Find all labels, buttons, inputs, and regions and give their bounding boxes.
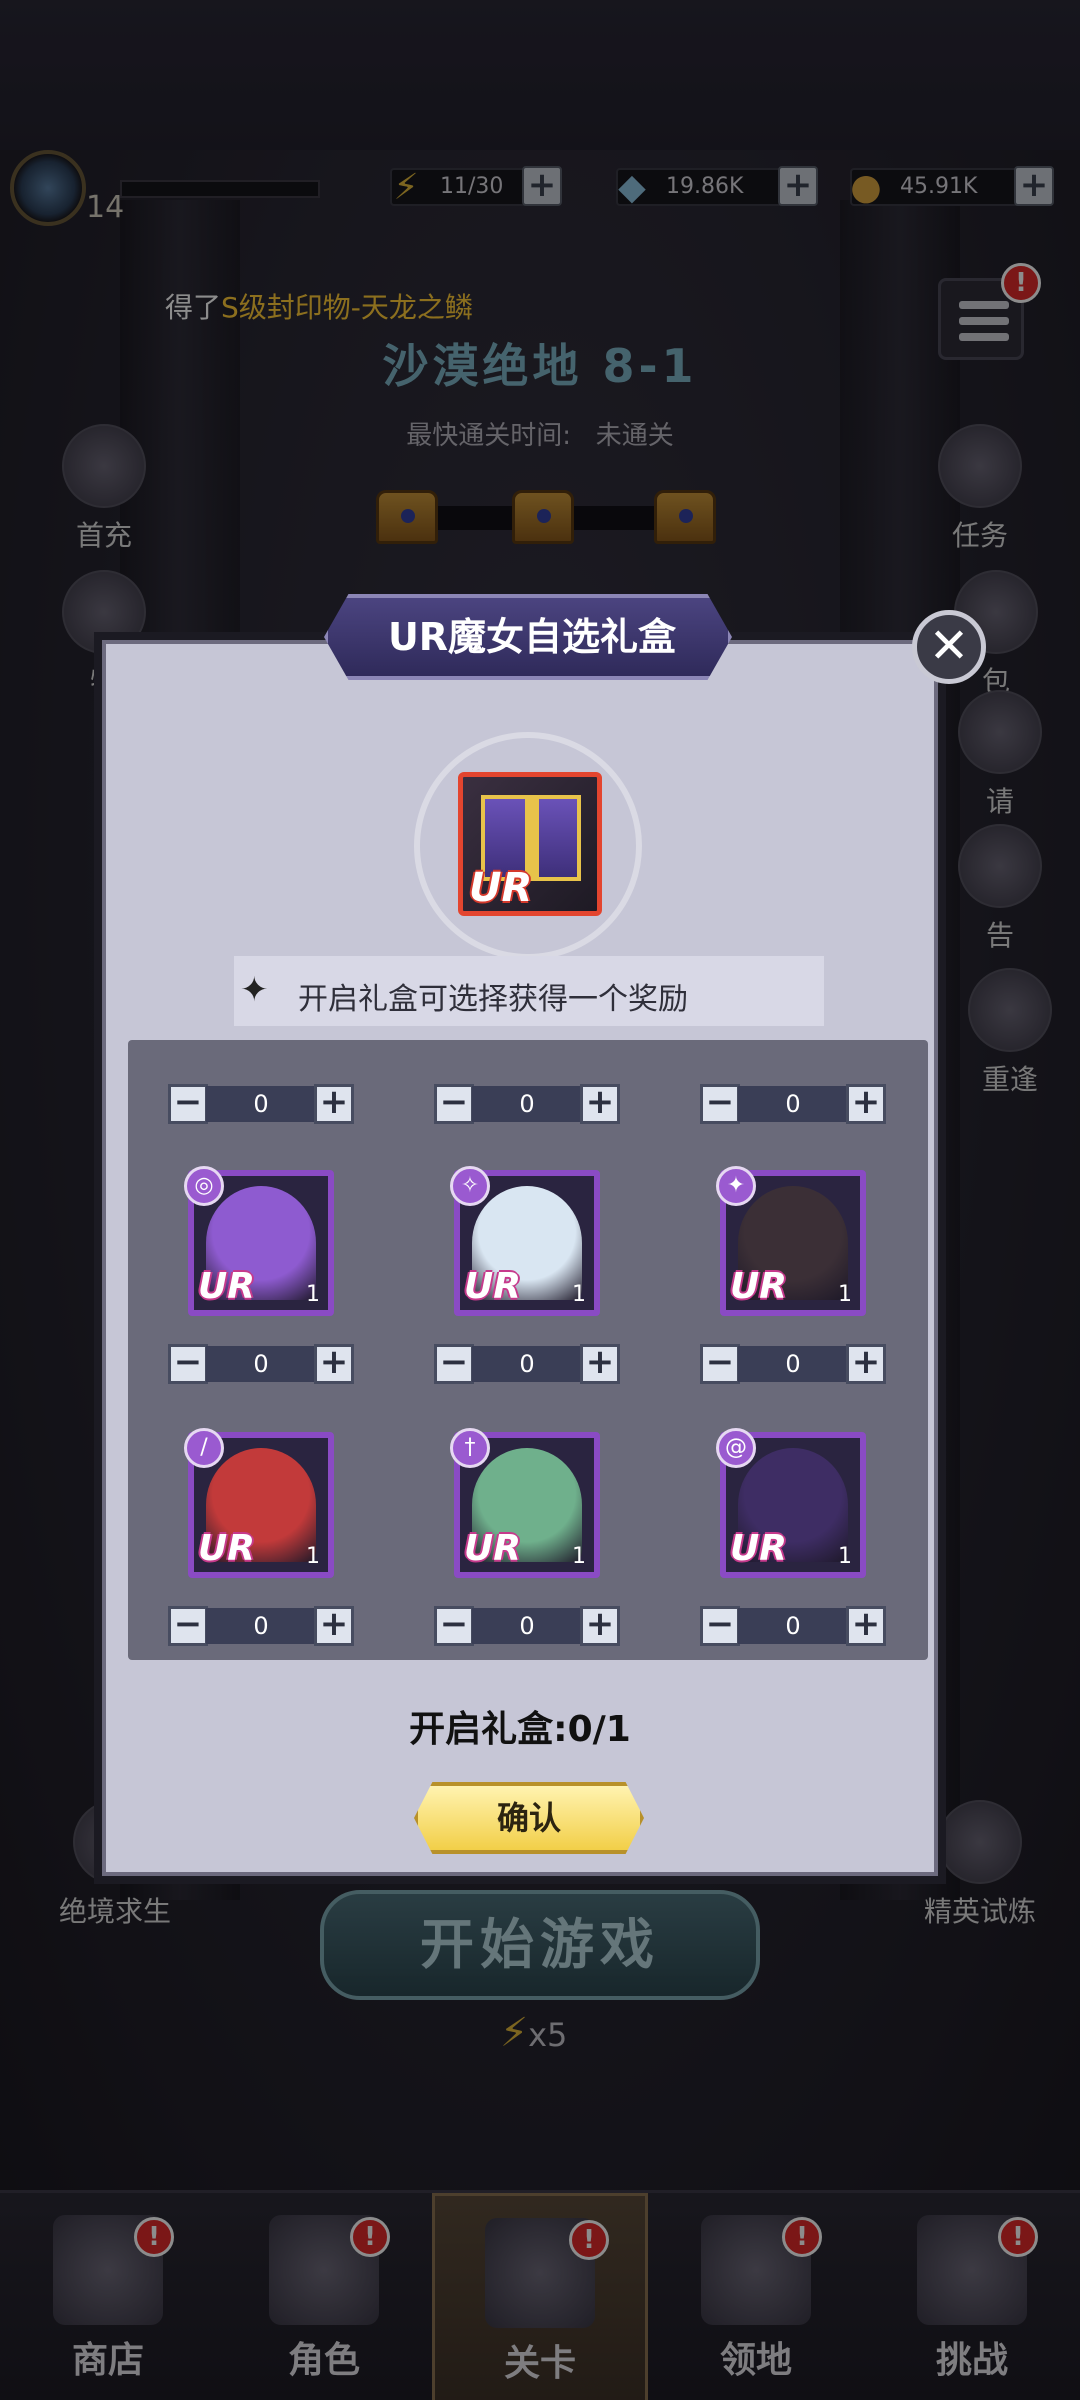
increase-button[interactable]: +: [314, 1606, 354, 1646]
quantity-value: 0: [738, 1346, 848, 1382]
decrease-button[interactable]: −: [700, 1344, 740, 1384]
gift-box-item[interactable]: UR: [458, 772, 602, 916]
character-card[interactable]: / UR 1: [184, 1428, 334, 1578]
character-card[interactable]: ◎ UR 1: [184, 1166, 334, 1316]
quantity-stepper: − 0 +: [700, 1084, 886, 1124]
reward-grid: − 0 + − 0 + − 0 + ◎ UR 1 − 0 + ✧ UR 1 − …: [128, 1040, 928, 1660]
quantity-value: 0: [738, 1608, 848, 1644]
quantity-stepper: − 0 +: [168, 1344, 354, 1384]
decrease-button[interactable]: −: [168, 1344, 208, 1384]
increase-button[interactable]: +: [846, 1606, 886, 1646]
quantity-value: 0: [206, 1346, 316, 1382]
quantity-stepper: − 0 +: [168, 1606, 354, 1646]
open-count: 开启礼盒:0/1: [409, 1709, 631, 1750]
quantity-value: 0: [738, 1086, 848, 1122]
increase-button[interactable]: +: [580, 1606, 620, 1646]
dialog-title: UR魔女自选礼盒: [387, 615, 677, 659]
character-card[interactable]: † UR 1: [450, 1428, 600, 1578]
rarity-label: UR: [464, 1528, 521, 1569]
confirm-button[interactable]: 确认: [414, 1782, 644, 1854]
quantity-stepper: − 0 +: [700, 1344, 886, 1384]
increase-button[interactable]: +: [314, 1084, 354, 1124]
title-plate: UR魔女自选礼盒: [324, 594, 732, 680]
quantity-stepper: − 0 +: [700, 1606, 886, 1646]
description-text: 开启礼盒可选择获得一个奖励: [298, 982, 688, 1017]
quantity-value: 0: [472, 1608, 582, 1644]
quantity-stepper: − 0 +: [434, 1344, 620, 1384]
decrease-button[interactable]: −: [700, 1084, 740, 1124]
quantity-value: 0: [206, 1608, 316, 1644]
decrease-button[interactable]: −: [168, 1606, 208, 1646]
item-count: 1: [306, 1544, 320, 1569]
quantity-stepper: − 0 +: [168, 1084, 354, 1124]
increase-button[interactable]: +: [846, 1344, 886, 1384]
sword-icon: /: [184, 1428, 224, 1468]
rarity-label: UR: [198, 1266, 255, 1307]
quantity-value: 0: [472, 1346, 582, 1382]
gift-box-dialog: UR魔女自选礼盒 UR ✦ 开启礼盒可选择获得一个奖励 − 0 + − 0 + …: [94, 594, 946, 1884]
increase-button[interactable]: +: [846, 1084, 886, 1124]
increase-button[interactable]: +: [314, 1344, 354, 1384]
quantity-stepper: − 0 +: [434, 1084, 620, 1124]
character-card[interactable]: @ UR 1: [716, 1428, 866, 1578]
sparkle-icon: ✦: [240, 970, 269, 1010]
decrease-button[interactable]: −: [700, 1606, 740, 1646]
quantity-value: 0: [472, 1086, 582, 1122]
increase-button[interactable]: +: [580, 1344, 620, 1384]
quantity-value: 0: [206, 1086, 316, 1122]
decrease-button[interactable]: −: [168, 1084, 208, 1124]
quantity-stepper: − 0 +: [434, 1606, 620, 1646]
rarity-label: UR: [730, 1528, 787, 1569]
item-count: 1: [838, 1282, 852, 1307]
item-count: 1: [306, 1282, 320, 1307]
swirl-icon: @: [716, 1428, 756, 1468]
character-card[interactable]: ✧ UR 1: [450, 1166, 600, 1316]
character-card[interactable]: ✦ UR 1: [716, 1166, 866, 1316]
dagger-icon: †: [450, 1428, 490, 1468]
gift-rarity-label: UR: [469, 865, 533, 911]
rarity-label: UR: [198, 1528, 255, 1569]
item-count: 1: [572, 1282, 586, 1307]
item-count: 1: [838, 1544, 852, 1569]
wand-icon: ✦: [716, 1166, 756, 1206]
decrease-button[interactable]: −: [434, 1084, 474, 1124]
decrease-button[interactable]: −: [434, 1606, 474, 1646]
decrease-button[interactable]: −: [434, 1344, 474, 1384]
item-count: 1: [572, 1544, 586, 1569]
staff-icon: ✧: [450, 1166, 490, 1206]
rarity-label: UR: [464, 1266, 521, 1307]
target-icon: ◎: [184, 1166, 224, 1206]
rarity-label: UR: [730, 1266, 787, 1307]
close-icon[interactable]: ✕: [912, 610, 986, 684]
increase-button[interactable]: +: [580, 1084, 620, 1124]
